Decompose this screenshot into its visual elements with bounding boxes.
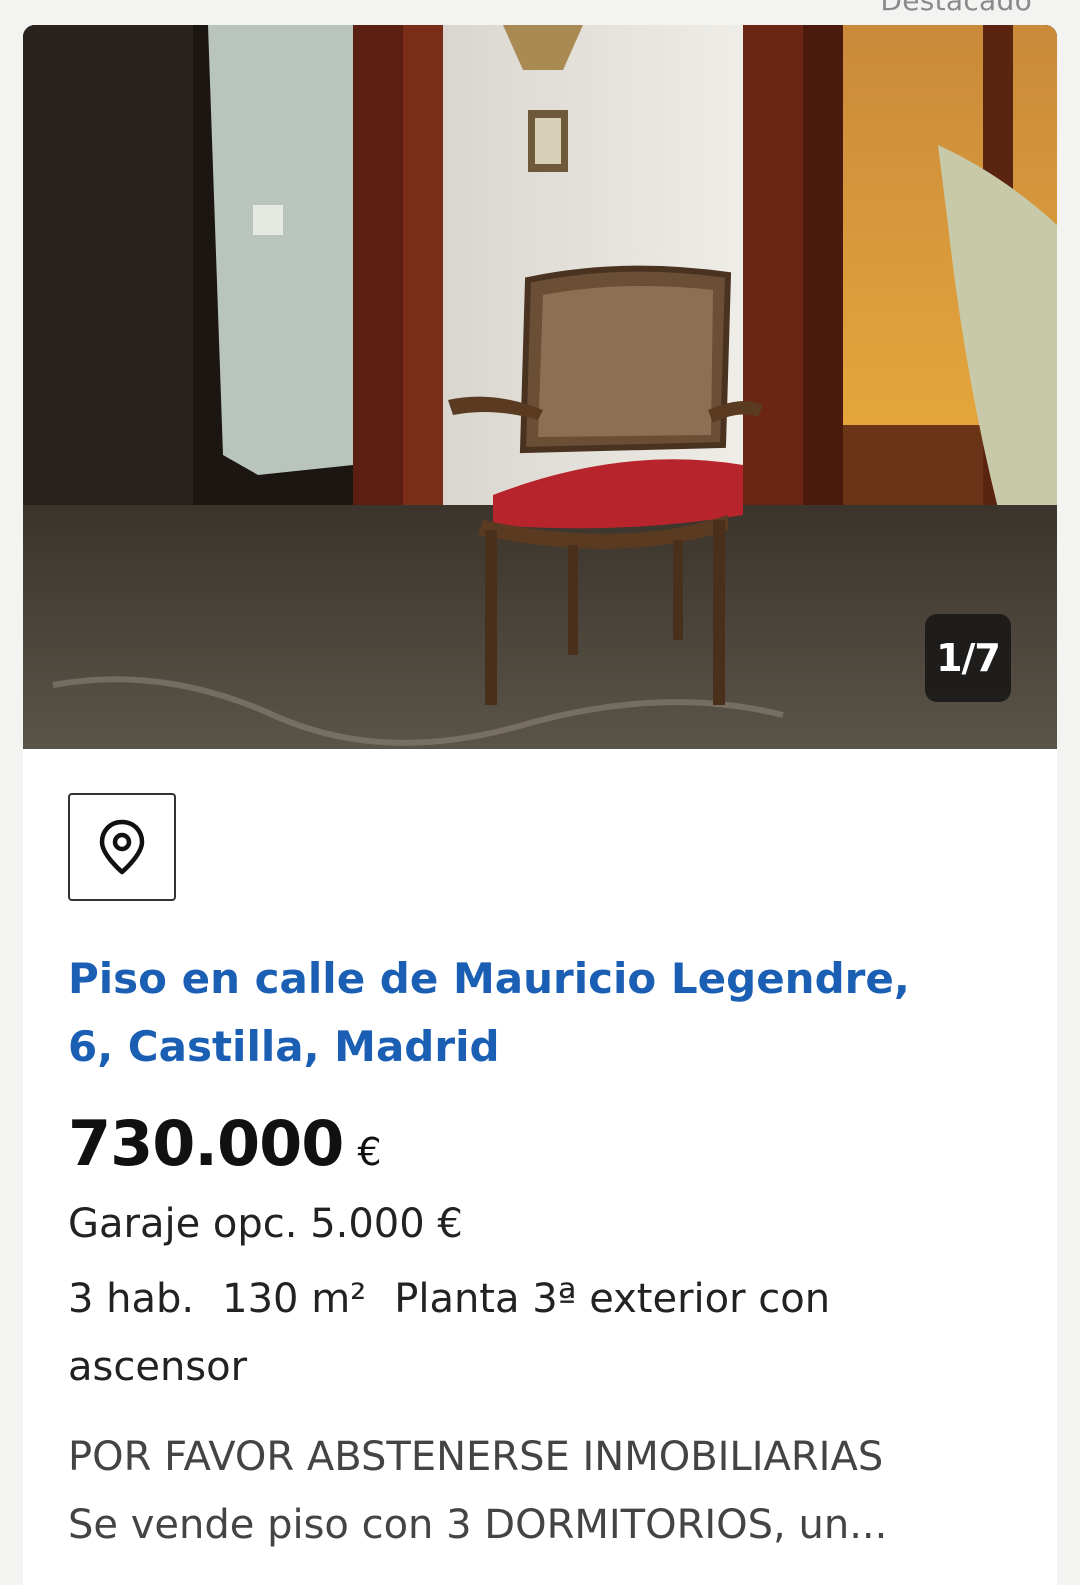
listing-card[interactable]: 1/7 Piso en calle de Mauricio Legendre, … [23, 25, 1057, 1585]
listing-price: 730.000 € [68, 1107, 382, 1180]
listing-title[interactable]: Piso en calle de Mauricio Legendre, 6, C… [68, 945, 968, 1081]
feature-rooms: 3 hab. [68, 1276, 195, 1322]
description-line: Se vende piso con 3 DORMITORIOS, un... [68, 1502, 888, 1548]
featured-badge: Destacado [880, 0, 1032, 17]
photo-counter: 1/7 [925, 614, 1011, 702]
map-pin-icon [99, 819, 145, 875]
price-value: 730.000 [68, 1107, 344, 1180]
listing-description: POR FAVOR ABSTENERSE INMOBILIARIAS Se ve… [68, 1423, 1008, 1559]
description-line: POR FAVOR ABSTENERSE INMOBILIARIAS [68, 1434, 884, 1480]
garage-option: Garaje opc. 5.000 € [68, 1201, 463, 1247]
map-button[interactable] [68, 793, 176, 901]
listing-photo[interactable]: 1/7 [23, 25, 1057, 749]
listing-features: 3 hab. 130 m² Planta 3ª exterior con ascen… [68, 1265, 988, 1401]
photo-illustration [23, 25, 1057, 749]
feature-area: 130 m² [222, 1276, 367, 1322]
price-currency: € [357, 1130, 381, 1174]
